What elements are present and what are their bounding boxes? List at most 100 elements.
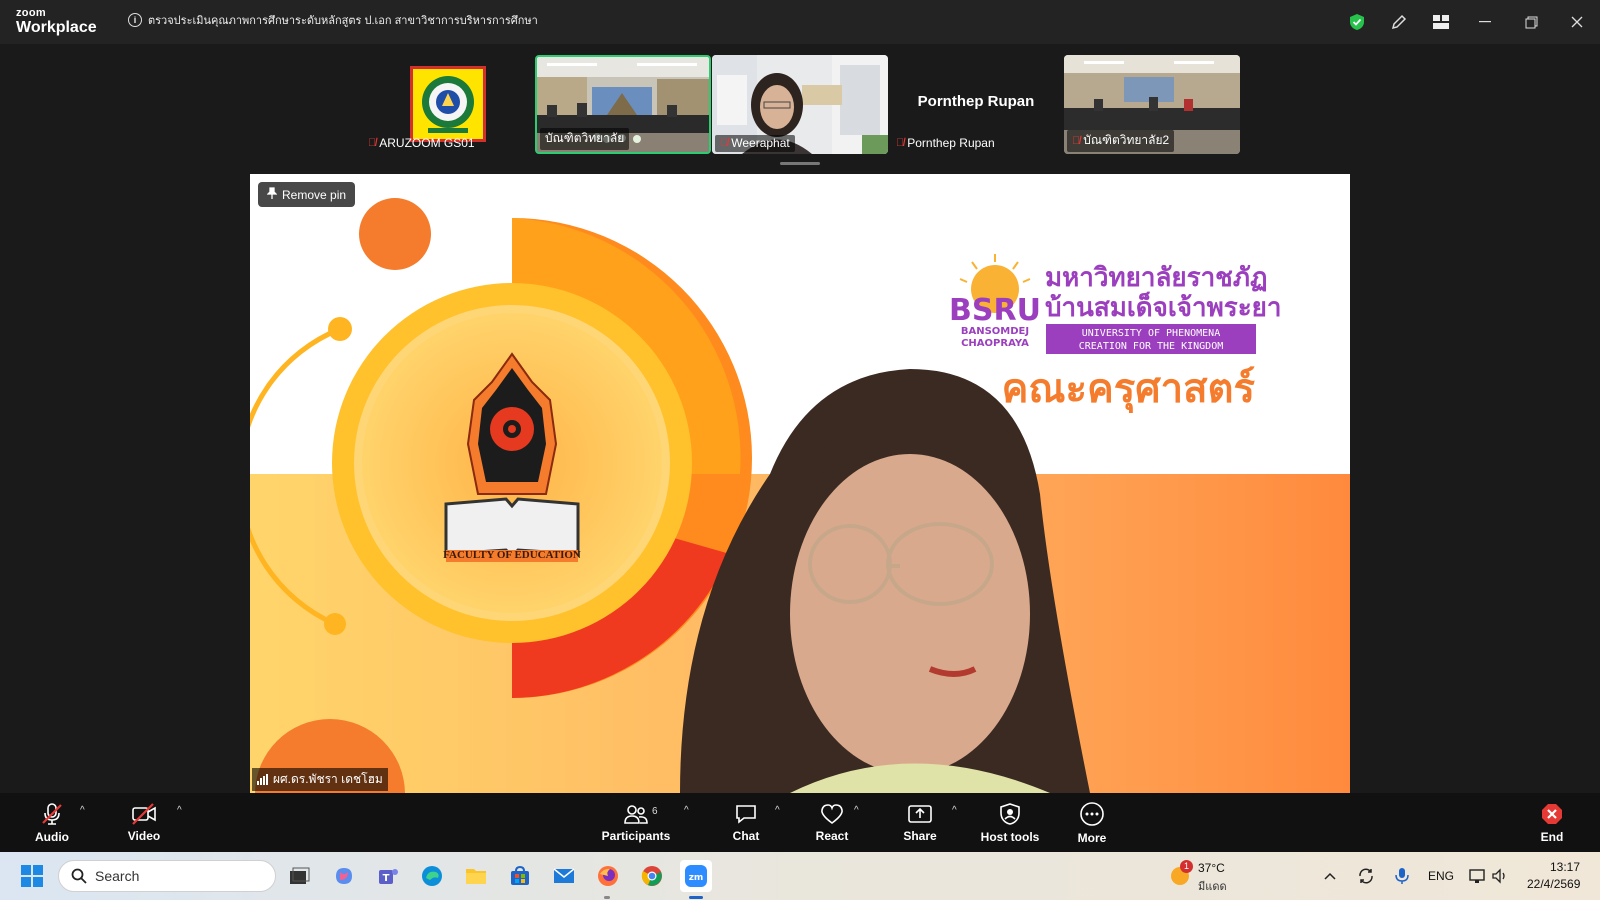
audio-label: Audio: [35, 829, 69, 844]
task-view-icon[interactable]: [283, 860, 315, 892]
host-tools-button[interactable]: Host tools: [980, 793, 1040, 852]
participant-name-label: 🎙̸ Pornthep Rupan: [891, 135, 1000, 152]
participants-button[interactable]: Participants: [600, 793, 672, 852]
copilot-icon[interactable]: [328, 860, 360, 892]
tray-expand-chevron-icon[interactable]: [1320, 860, 1340, 892]
store-icon[interactable]: [504, 860, 536, 892]
participant-name-label: บัณฑิตวิทยาลัย: [540, 128, 630, 150]
search-icon: [71, 868, 87, 884]
remove-pin-button[interactable]: Remove pin: [258, 182, 356, 207]
logo-brand: zoom: [16, 7, 46, 19]
title-bar: zoom Workplace i ตรวจประเมินคุณภาพการศึก…: [0, 0, 1600, 44]
restore-icon[interactable]: [1508, 0, 1554, 44]
file-explorer-icon[interactable]: [460, 860, 492, 892]
end-meeting-button[interactable]: End: [1530, 793, 1574, 852]
share-button[interactable]: Share: [898, 793, 942, 852]
univ-abbr-text: BSRU: [949, 293, 1041, 328]
univ-en-text-1: BANSOMDEJ: [961, 326, 1029, 337]
audio-options-caret-icon[interactable]: ^: [80, 805, 85, 816]
main-video-feed[interactable]: FACULTY OF EDUCATION BSRU BANSOMDEJ CHAO…: [250, 174, 1350, 793]
more-options-icon: [1080, 801, 1104, 826]
meeting-info[interactable]: i ตรวจประเมินคุณภาพการศึกษาระดับหลักสูตร…: [128, 11, 538, 29]
faculty-en-text: FACULTY OF EDUCATION: [443, 549, 581, 561]
participant-name-label: 🎙̸ บัณฑิตวิทยาลัย2: [1067, 130, 1175, 152]
participants-label: Participants: [601, 828, 671, 843]
weather-widget[interactable]: 1 37°C มีแดด: [1168, 860, 1268, 893]
univ-en-text-2: CHAOPRAYA: [961, 338, 1029, 349]
univ-thai-text-2: บ้านสมเด็จเจ้าพระยา: [1045, 291, 1282, 323]
meeting-title: ตรวจประเมินคุณภาพการศึกษาระดับหลักสูตร ป…: [148, 15, 538, 27]
speaker-name: ผศ.ดร.พัชรา เดชโฮม: [273, 772, 383, 786]
virtual-background-slide: FACULTY OF EDUCATION BSRU BANSOMDEJ CHAO…: [250, 174, 1350, 793]
svg-text:T: T: [383, 873, 390, 884]
video-button[interactable]: Video: [122, 793, 166, 852]
windows-start-icon[interactable]: [16, 860, 48, 892]
teams-icon[interactable]: T: [372, 860, 404, 892]
more-button[interactable]: More: [1070, 793, 1114, 852]
window-controls: [1336, 0, 1600, 44]
logo-product: Workplace: [16, 19, 97, 36]
chat-options-caret-icon[interactable]: ^: [775, 805, 780, 816]
clock-date[interactable]: 22/4/2569: [1527, 877, 1580, 891]
participant-tile[interactable]: 🎙̸ ARUZOOM GS01: [360, 55, 536, 154]
volume-icon[interactable]: [1488, 860, 1512, 892]
chrome-icon[interactable]: [636, 860, 668, 892]
network-icon[interactable]: [1466, 860, 1490, 892]
mic-muted-icon: 🎙̸: [368, 137, 377, 149]
sync-icon[interactable]: [1354, 860, 1378, 892]
shield-host-icon: [1000, 802, 1020, 825]
firefox-running-indicator: [604, 896, 610, 899]
pin-icon: [266, 187, 278, 202]
input-language[interactable]: ENG: [1428, 869, 1454, 883]
participant-strip: 🎙̸ ARUZOOM GS01 บัณฑิตวิทยาลัย 🎙̸ Weerap…: [0, 44, 1600, 170]
audio-button[interactable]: Audio: [30, 793, 74, 852]
zoom-app-icon[interactable]: zm: [680, 860, 712, 892]
clock-time[interactable]: 13:17: [1550, 860, 1580, 874]
participants-options-caret-icon[interactable]: ^: [684, 805, 689, 816]
annotate-pen-icon[interactable]: [1378, 0, 1420, 44]
participant-display-name: Pornthep Rupan: [917, 93, 1035, 110]
univ-thai-text-1: มหาวิทยาลัยราชภัฏ: [1045, 263, 1267, 293]
strip-resize-handle[interactable]: [780, 162, 820, 165]
mic-muted-icon: 🎙̸: [1072, 134, 1081, 147]
participant-tile[interactable]: Pornthep Rupan 🎙̸ Pornthep Rupan: [888, 55, 1064, 154]
edge-browser-icon[interactable]: [416, 860, 448, 892]
participant-name: Pornthep Rupan: [907, 136, 995, 150]
share-label: Share: [903, 828, 937, 843]
participant-name: บัณฑิตวิทยาลัย2: [1083, 133, 1170, 147]
info-icon[interactable]: i: [128, 13, 142, 27]
participant-tile[interactable]: 🎙̸ Weeraphat: [712, 55, 888, 154]
close-icon[interactable]: [1554, 0, 1600, 44]
microphone-tray-icon[interactable]: [1390, 860, 1414, 892]
participant-name-label: 🎙̸ Weeraphat: [715, 135, 795, 152]
tagline-text-1: UNIVERSITY OF PHENOMENA: [1082, 328, 1220, 339]
video-options-caret-icon[interactable]: ^: [177, 805, 182, 816]
share-options-caret-icon[interactable]: ^: [952, 805, 957, 816]
react-label: React: [815, 828, 849, 843]
mic-muted-icon: 🎙̸: [896, 137, 905, 149]
end-call-icon: [1542, 803, 1562, 824]
search-placeholder: Search: [95, 868, 140, 884]
participant-tile[interactable]: 🎙̸ บัณฑิตวิทยาลัย2: [1064, 55, 1240, 154]
more-label: More: [1077, 830, 1107, 845]
firefox-icon[interactable]: [592, 860, 624, 892]
mail-icon[interactable]: [548, 860, 580, 892]
meeting-toolbar: Audio ^ Video ^ Participants 6 ^ Chat ^ …: [0, 793, 1600, 852]
active-speaker-label: ผศ.ดร.พัชรา เดชโฮม: [252, 768, 388, 791]
react-options-caret-icon[interactable]: ^: [854, 805, 859, 816]
view-grid-icon[interactable]: [1420, 0, 1462, 44]
share-screen-icon: [908, 804, 932, 823]
taskbar-search-input[interactable]: Search: [58, 860, 276, 892]
chat-button[interactable]: Chat: [726, 793, 766, 852]
remove-pin-label: Remove pin: [282, 187, 347, 202]
mic-muted-icon: 🎙̸: [720, 137, 729, 149]
school-emblem-icon: [422, 76, 474, 133]
participant-tile-active[interactable]: บัณฑิตวิทยาลัย: [535, 55, 711, 154]
video-label: Video: [127, 828, 161, 843]
minimize-icon[interactable]: [1462, 0, 1508, 44]
connection-signal-icon: [257, 774, 268, 785]
svg-text:zm: zm: [689, 873, 704, 883]
security-shield-icon[interactable]: [1336, 0, 1378, 44]
react-button[interactable]: React: [810, 793, 854, 852]
zoom-logo: zoom Workplace: [16, 8, 97, 36]
